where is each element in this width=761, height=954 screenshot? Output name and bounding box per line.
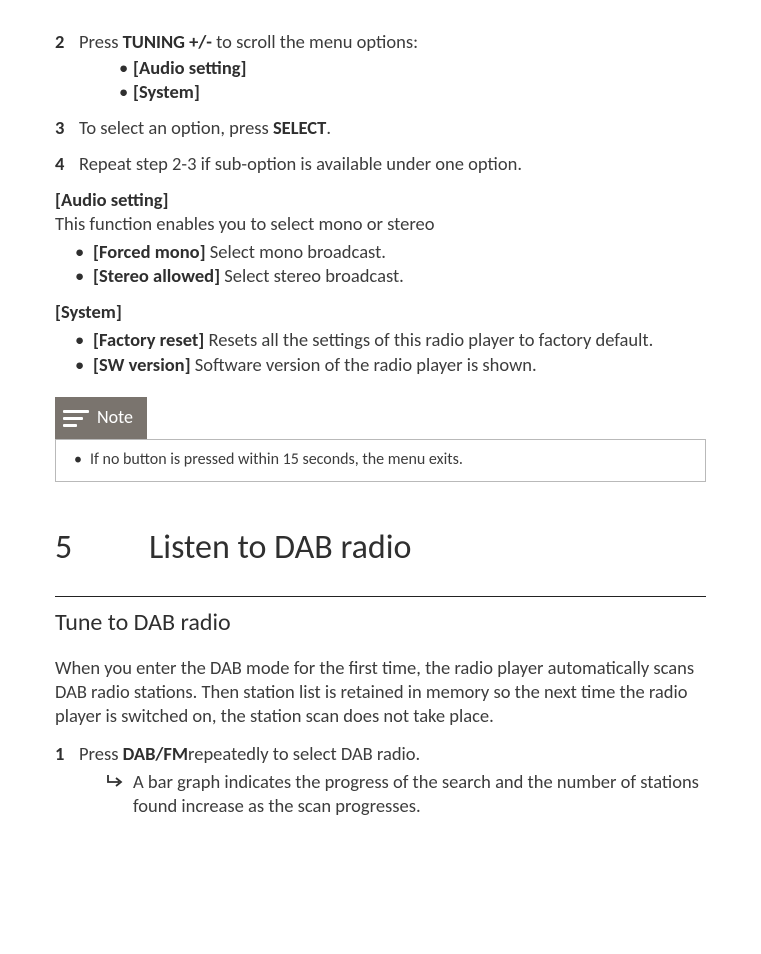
step-body: Repeat step 2-3 if sub-option is availab… <box>79 152 706 176</box>
intro-paragraph: When you enter the DAB mode for the firs… <box>55 656 706 728</box>
list-item: [SW version] Software version of the rad… <box>77 353 706 377</box>
audio-setting-block: [Audio setting] This function enables yo… <box>55 188 706 288</box>
text: Press <box>79 30 123 53</box>
system-block: [System] [Factory reset] Resets all the … <box>55 300 706 376</box>
list-item: [Factory reset] Resets all the settings … <box>77 328 706 352</box>
block-heading: [Audio setting] <box>55 188 706 212</box>
result-arrow-icon <box>107 770 133 818</box>
step-4: 4 Repeat step 2-3 if sub-option is avail… <box>55 152 706 176</box>
options-list: [Audio setting] [System] <box>119 56 706 104</box>
button-ref: TUNING +/- <box>123 30 212 53</box>
note-label: Note <box>97 406 133 429</box>
list-item: [System] <box>119 80 706 104</box>
option-name: [SW version] <box>93 353 191 376</box>
option-desc: Resets all the settings of this radio pl… <box>204 328 653 351</box>
step-body: Press TUNING +/- to scroll the menu opti… <box>79 30 706 104</box>
step-body: To select an option, press SELECT. <box>79 116 706 140</box>
note-header: Note <box>55 397 147 439</box>
block-description: This function enables you to select mono… <box>55 212 706 236</box>
text: Press <box>79 742 123 765</box>
step-3: 3 To select an option, press SELECT. <box>55 116 706 140</box>
options-list: [Factory reset] Resets all the settings … <box>77 328 706 376</box>
note-icon <box>55 397 97 439</box>
option-name: [Stereo allowed] <box>93 264 220 287</box>
text: to scroll the menu options: <box>212 30 418 53</box>
step-1: 1 Press DAB/FMrepeatedly to select DAB r… <box>55 742 706 818</box>
options-list: [Forced mono] Select mono broadcast. [St… <box>77 240 706 288</box>
button-ref: SELECT <box>273 116 326 139</box>
option: [Audio setting] <box>133 56 247 79</box>
step-2: 2 Press TUNING +/- to scroll the menu op… <box>55 30 706 104</box>
step-number: 2 <box>55 30 79 104</box>
option-desc: Select stereo broadcast. <box>220 264 404 287</box>
section-number: 5 <box>55 526 149 570</box>
option-desc: Software version of the radio player is … <box>191 353 537 376</box>
divider <box>55 596 706 597</box>
note-box: Note If no button is pressed within 15 s… <box>55 395 706 482</box>
subsection-heading: Tune to DAB radio <box>55 607 706 638</box>
option-desc: Select mono broadcast. <box>206 240 386 263</box>
result-item: A bar graph indicates the progress of th… <box>107 770 706 818</box>
option-name: [Factory reset] <box>93 328 204 351</box>
option-name: [Forced mono] <box>93 240 206 263</box>
step-number: 1 <box>55 742 79 818</box>
block-heading: [System] <box>55 300 706 324</box>
text: repeatedly to select DAB radio. <box>188 742 420 765</box>
button-ref: DAB/FM <box>123 742 188 765</box>
result-text: A bar graph indicates the progress of th… <box>133 770 706 818</box>
step-number: 4 <box>55 152 79 176</box>
note-text: If no button is pressed within 15 second… <box>74 450 687 471</box>
list-item: [Stereo allowed] Select stereo broadcast… <box>77 264 706 288</box>
step-body: Press DAB/FMrepeatedly to select DAB rad… <box>79 742 706 818</box>
section-heading: 5 Listen to DAB radio <box>55 526 706 570</box>
step-number: 3 <box>55 116 79 140</box>
text: . <box>326 116 331 139</box>
section-title: Listen to DAB radio <box>149 526 412 570</box>
list-item: [Audio setting] <box>119 56 706 80</box>
text: To select an option, press <box>79 116 273 139</box>
text: If no button is pressed within 15 second… <box>90 450 463 469</box>
option: [System] <box>133 80 200 103</box>
list-item: [Forced mono] Select mono broadcast. <box>77 240 706 264</box>
note-body: If no button is pressed within 15 second… <box>55 439 706 482</box>
